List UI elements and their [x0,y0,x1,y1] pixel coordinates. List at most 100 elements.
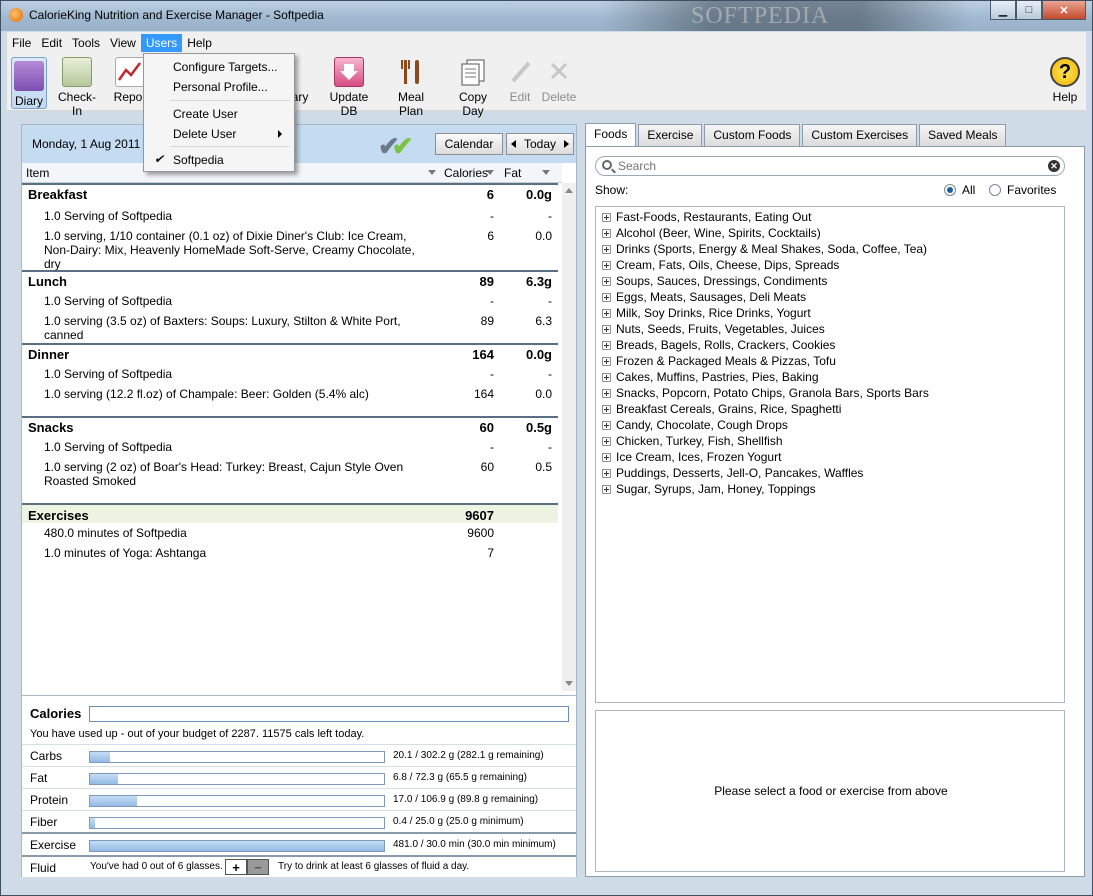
maximize-button[interactable]: □ [1016,1,1042,20]
expand-icon[interactable] [602,420,611,430]
column-fat[interactable]: Fat [504,166,521,180]
menu-item-delete-user[interactable]: Delete User [146,124,292,144]
tree-item[interactable]: Candy, Chocolate, Cough Drops [602,417,788,433]
checkmarks-icon: ✔✔ [378,131,413,161]
next-day-arrow-icon[interactable] [564,140,569,148]
meal-calories: 60 [479,420,494,435]
expand-icon[interactable] [602,276,611,286]
remove-glass-button[interactable]: − [247,859,269,875]
tree-item[interactable]: Alcohol (Beer, Wine, Spirits, Cocktails) [602,225,821,241]
exercises-header[interactable]: Exercises 9607 [22,503,558,523]
edit-button[interactable]: Edit [507,57,533,109]
diary-button[interactable]: Diary [11,57,47,109]
add-glass-button[interactable]: + [225,859,247,875]
expand-icon[interactable] [602,308,611,318]
menu-edit[interactable]: Edit [36,34,67,52]
today-button[interactable]: Today [524,137,556,151]
expand-icon[interactable] [602,436,611,446]
expand-icon[interactable] [602,292,611,302]
tree-item[interactable]: Snacks, Popcorn, Potato Chips, Granola B… [602,385,929,401]
tab-exercise[interactable]: Exercise [638,124,703,146]
menu-item-create-user[interactable]: Create User [146,104,292,124]
sort-arrow-icon[interactable] [428,170,436,175]
sort-arrow-icon[interactable] [542,170,550,175]
expand-icon[interactable] [602,468,611,478]
expand-icon[interactable] [602,244,611,254]
tab-custom-foods[interactable]: Custom Foods [704,124,801,146]
tree-item[interactable]: Ice Cream, Ices, Frozen Yogurt [602,449,781,465]
tree-item[interactable]: Eggs, Meats, Sausages, Deli Meats [602,289,806,305]
title-bar[interactable]: CalorieKing Nutrition and Exercise Manag… [1,1,1092,31]
diary-scrollbar[interactable] [562,183,576,691]
meal-calories: 164 [472,347,494,362]
expand-icon[interactable] [602,340,611,350]
calendar-button[interactable]: Calendar [435,133,503,155]
detail-pane: Please select a food or exercise from ab… [595,710,1065,872]
tree-item[interactable]: Chicken, Turkey, Fish, Shellfish [602,433,783,449]
meal-snacks[interactable]: Snacks 60 0.5g 1.0 Serving of Softpedia … [22,416,558,503]
entry-calories: 9600 [467,526,494,540]
close-button[interactable]: ✕ [1042,1,1086,20]
copy-day-button[interactable]: Copy Day [447,57,499,118]
tab-foods[interactable]: Foods [585,123,637,147]
menu-item-configure-targets[interactable]: Configure Targets... [146,57,292,77]
tree-item[interactable]: Breads, Bagels, Rolls, Crackers, Cookies [602,337,835,353]
menu-view[interactable]: View [105,34,141,52]
column-calories[interactable]: Calories [444,166,488,180]
expand-icon[interactable] [602,356,611,366]
sort-arrow-icon[interactable] [486,170,494,175]
column-item[interactable]: Item [26,166,49,180]
tree-item[interactable]: Cream, Fats, Oils, Cheese, Dips, Spreads [602,257,839,273]
expand-icon[interactable] [602,260,611,270]
tree-item[interactable]: Cakes, Muffins, Pastries, Pies, Baking [602,369,819,385]
tree-item[interactable]: Nuts, Seeds, Fruits, Vegetables, Juices [602,321,825,337]
checkin-button[interactable]: Check-In [53,57,101,118]
expand-icon[interactable] [602,228,611,238]
update-db-button[interactable]: Update DB [321,57,377,118]
tree-item[interactable]: Sugar, Syrups, Jam, Honey, Toppings [602,481,816,497]
clear-search-icon[interactable]: ✕ [1048,160,1060,172]
radio-all[interactable]: All [944,183,975,197]
entry-name: 480.0 minutes of Softpedia [44,526,187,540]
prev-day-arrow-icon[interactable] [511,140,516,148]
progress-fill [90,752,110,762]
scroll-down-icon[interactable] [565,681,573,686]
expand-icon[interactable] [602,484,611,494]
tree-item[interactable]: Soups, Sauces, Dressings, Condiments [602,273,827,289]
tree-item[interactable]: Puddings, Desserts, Jell-O, Pancakes, Wa… [602,465,863,481]
help-button[interactable]: ? Help [1047,57,1083,109]
expand-icon[interactable] [602,324,611,334]
expand-icon[interactable] [602,212,611,222]
tree-item[interactable]: Frozen & Packaged Meals & Pizzas, Tofu [602,353,836,369]
expand-icon[interactable] [602,388,611,398]
tree-item[interactable]: Breakfast Cereals, Grains, Rice, Spaghet… [602,401,841,417]
delete-button[interactable]: Delete [541,57,577,109]
menu-item-personal-profile[interactable]: Personal Profile... [146,77,292,97]
expand-icon[interactable] [602,404,611,414]
tab-saved-meals[interactable]: Saved Meals [919,124,1007,146]
meal-plan-button[interactable]: Meal Plan [385,57,437,118]
update-db-label[interactable]: Update DB [330,90,369,118]
window-title: CalorieKing Nutrition and Exercise Manag… [29,8,324,22]
menu-item-user-softpedia[interactable]: ✔ Softpedia [146,150,292,170]
fluid-tip: Try to drink at least 6 glasses of fluid… [278,861,470,872]
menu-users[interactable]: Users [140,33,183,52]
progress-fill [90,841,384,851]
tree-item[interactable]: Fast-Foods, Restaurants, Eating Out [602,209,811,225]
meal-breakfast[interactable]: Breakfast 6 0.0g 1.0 Serving of Softpedi… [22,183,558,271]
radio-favorites[interactable]: Favorites [989,183,1056,197]
search-input[interactable] [616,159,1036,173]
meal-dinner[interactable]: Dinner 164 0.0g 1.0 Serving of Softpedia… [22,343,558,416]
scroll-up-icon[interactable] [565,188,573,193]
tab-custom-exercises[interactable]: Custom Exercises [802,124,918,146]
calories-label: Calories [30,706,82,721]
menu-file[interactable]: File [7,34,36,52]
menu-help[interactable]: Help [182,34,217,52]
minimize-button[interactable]: ▁ [990,1,1016,20]
meal-lunch[interactable]: Lunch 89 6.3g 1.0 Serving of Softpedia -… [22,270,558,343]
tree-item[interactable]: Milk, Soy Drinks, Rice Drinks, Yogurt [602,305,811,321]
tree-item[interactable]: Drinks (Sports, Energy & Meal Shakes, So… [602,241,927,257]
menu-tools[interactable]: Tools [67,34,105,52]
expand-icon[interactable] [602,372,611,382]
expand-icon[interactable] [602,452,611,462]
